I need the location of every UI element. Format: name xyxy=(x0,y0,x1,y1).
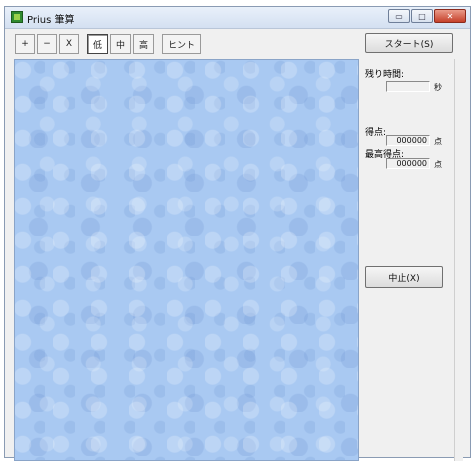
level-low-button[interactable]: 低 xyxy=(87,34,109,54)
level-mid-button[interactable]: 中 xyxy=(110,34,132,54)
maximize-icon: □ xyxy=(418,11,426,21)
play-area[interactable] xyxy=(14,59,359,461)
score-value: 000000 xyxy=(386,135,430,146)
minimize-button[interactable]: ▭ xyxy=(388,9,410,23)
side-panel: スタート(S) 残り時間: 秒 得点: 000000 点 最高得点: 00000… xyxy=(359,33,467,461)
panel-edge xyxy=(454,59,463,461)
client-area: + − X 低 中 高 ヒント スタート(S) 残り時間: 秒 得点: 0000… xyxy=(8,29,467,461)
addition-button[interactable]: + xyxy=(15,34,35,54)
app-icon xyxy=(11,11,23,23)
app-window: Prius 筆算 ▭ □ ✕ + − X 低 中 高 ヒント スタート(S) 残 xyxy=(4,6,471,461)
minimize-icon: ▭ xyxy=(395,11,403,21)
best-score-unit: 点 xyxy=(434,160,442,169)
time-unit: 秒 xyxy=(434,83,442,92)
subtraction-button[interactable]: − xyxy=(37,34,57,54)
time-remaining-value xyxy=(386,81,430,92)
score-label: 得点: xyxy=(365,128,387,138)
hint-button[interactable]: ヒント xyxy=(162,34,202,54)
start-button[interactable]: スタート(S) xyxy=(365,33,453,53)
toolbar: + − X 低 中 高 ヒント xyxy=(15,34,203,56)
window-controls: ▭ □ ✕ xyxy=(388,9,466,24)
stop-button[interactable]: 中止(X) xyxy=(365,266,443,288)
maximize-button[interactable]: □ xyxy=(411,9,433,23)
close-icon: ✕ xyxy=(446,11,454,21)
multiplication-button[interactable]: X xyxy=(59,34,79,54)
close-button[interactable]: ✕ xyxy=(434,9,466,23)
score-unit: 点 xyxy=(434,137,442,146)
title-bar[interactable]: Prius 筆算 ▭ □ ✕ xyxy=(5,7,470,29)
best-score-value: 000000 xyxy=(386,158,430,169)
time-remaining-label: 残り時間: xyxy=(365,70,405,80)
window-title: Prius 筆算 xyxy=(27,15,75,26)
level-high-button[interactable]: 高 xyxy=(133,34,155,54)
